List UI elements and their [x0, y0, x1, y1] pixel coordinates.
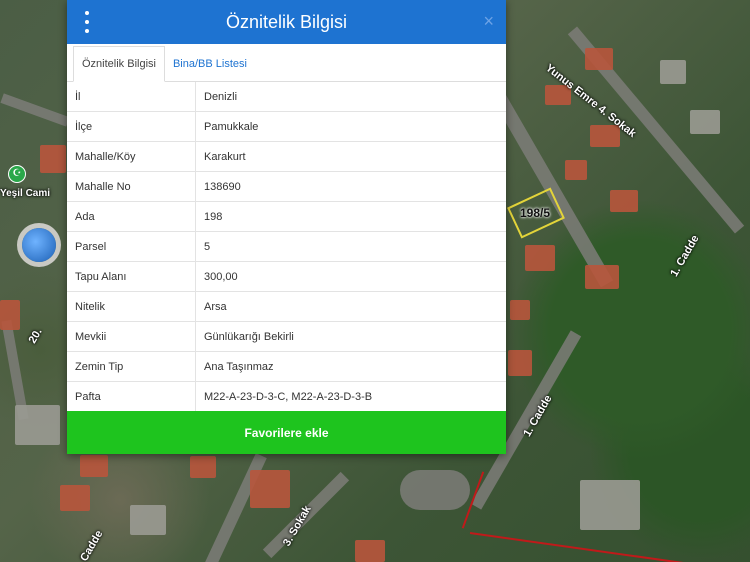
- panel-header: Öznitelik Bilgisi ×: [67, 0, 506, 44]
- map-building: [525, 245, 555, 271]
- attribute-value: 300,00: [195, 261, 506, 292]
- panel-title: Öznitelik Bilgisi: [225, 11, 348, 32]
- table-row: Mahalle/Köy Karakurt: [67, 141, 506, 172]
- table-row: Ada 198: [67, 201, 506, 232]
- map-building: [355, 540, 385, 562]
- attribute-value: 138690: [195, 171, 506, 202]
- attribute-value: Ana Taşınmaz: [195, 351, 506, 382]
- attribute-value: 198: [195, 201, 506, 232]
- attribute-key: Mevkii: [67, 321, 196, 352]
- table-row: Tapu Alanı 300,00: [67, 261, 506, 292]
- attribute-value: Pamukkale: [195, 111, 506, 142]
- street-label: 1. Cadde: [668, 233, 702, 279]
- tab-bar: Öznitelik Bilgisi Bina/BB Listesi: [67, 44, 506, 82]
- map-building: [60, 485, 90, 511]
- poi-label: Yeşil Cami: [0, 188, 51, 199]
- tab-building-list[interactable]: Bina/BB Listesi: [165, 47, 255, 81]
- table-row: İl Denizli: [67, 82, 506, 112]
- add-to-favorites-button[interactable]: Favorilere ekle: [67, 411, 506, 454]
- map-road: [0, 93, 70, 127]
- street-label: Cadde: [78, 528, 106, 562]
- table-row: Mahalle No 138690: [67, 171, 506, 202]
- map-building: [585, 48, 613, 70]
- map-building: [610, 190, 638, 212]
- attribute-key: Zemin Tip: [67, 351, 196, 382]
- map-building: [80, 455, 108, 477]
- street-label: 20.: [26, 326, 45, 346]
- table-row: Mevkii Günlükarığı Bekirli: [67, 321, 506, 352]
- table-row: Nitelik Arsa: [67, 291, 506, 322]
- kebab-menu-icon[interactable]: [79, 11, 95, 33]
- attribute-key: İl: [67, 82, 196, 112]
- attribute-key: Ada: [67, 201, 196, 232]
- attribute-key: Nitelik: [67, 291, 196, 322]
- map-building: [130, 505, 166, 535]
- attribute-key: Tapu Alanı: [67, 261, 196, 292]
- map-building: [508, 350, 532, 376]
- table-row: Parsel 5: [67, 231, 506, 262]
- attribute-table: İl Denizli İlçe Pamukkale Mahalle/Köy Karakur…: [67, 82, 506, 412]
- attribute-key: Parsel: [67, 231, 196, 262]
- attribute-value: Karakurt: [195, 141, 506, 172]
- attribute-key: İlçe: [67, 111, 196, 142]
- boundary-line: [469, 532, 738, 562]
- mosque-dome: [22, 228, 56, 262]
- table-row: Pafta M22-A-23-D-3-C, M22-A-23-D-3-B: [67, 381, 506, 412]
- attribute-value: Arsa: [195, 291, 506, 322]
- table-row: İlçe Pamukkale: [67, 111, 506, 142]
- map-building: [40, 145, 66, 173]
- map-building: [580, 480, 640, 530]
- map-building: [510, 300, 530, 320]
- attribute-key: Pafta: [67, 381, 196, 412]
- map-building: [660, 60, 686, 84]
- tab-attribute-info[interactable]: Öznitelik Bilgisi: [73, 46, 165, 82]
- map-building: [250, 470, 290, 508]
- map-building: [15, 405, 60, 445]
- map-road: [400, 470, 470, 510]
- table-row: Zemin Tip Ana Taşınmaz: [67, 351, 506, 382]
- close-icon[interactable]: ×: [483, 11, 494, 32]
- attribute-value: Denizli: [195, 82, 506, 112]
- map-building: [0, 300, 20, 330]
- attribute-value: Günlükarığı Bekirli: [195, 321, 506, 352]
- map-building: [565, 160, 587, 180]
- parcel-label: 198/5: [520, 206, 551, 220]
- map-building: [585, 265, 619, 289]
- mosque-poi-icon[interactable]: ☪: [8, 165, 26, 183]
- map-building: [690, 110, 720, 134]
- attribute-panel: Öznitelik Bilgisi × Öznitelik Bilgisi Bi…: [67, 0, 506, 454]
- attribute-key: Mahalle/Köy: [67, 141, 196, 172]
- attribute-value: 5: [195, 231, 506, 262]
- attribute-key: Mahalle No: [67, 171, 196, 202]
- map-building: [190, 456, 216, 478]
- attribute-value: M22-A-23-D-3-C, M22-A-23-D-3-B: [195, 381, 506, 412]
